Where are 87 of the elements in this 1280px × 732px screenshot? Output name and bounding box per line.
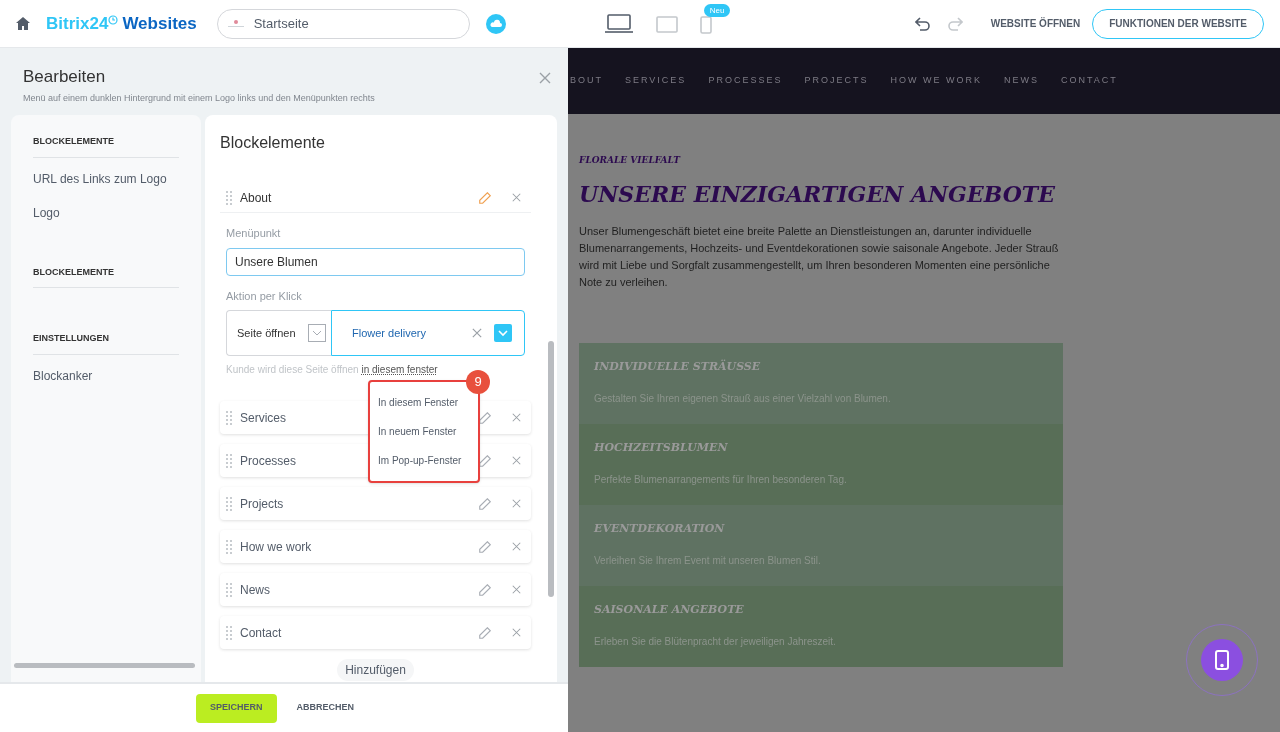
- hint-text: Kunde wird diese Seite öffnen in diesem fenster: [226, 363, 439, 377]
- site-nav-link[interactable]: PROJECTS: [804, 74, 869, 88]
- site-nav-link[interactable]: SERVICES: [625, 74, 687, 88]
- site-nav-link[interactable]: BOUT: [570, 74, 603, 88]
- menu-item-row[interactable]: Projects: [220, 487, 531, 520]
- close-icon[interactable]: [512, 628, 521, 637]
- action-type-select[interactable]: Seite öffnen: [226, 310, 331, 356]
- window-mode-link[interactable]: in diesem fenster: [361, 364, 438, 375]
- phone-icon[interactable]: [699, 15, 712, 34]
- drag-handle-icon[interactable]: [226, 453, 232, 468]
- close-icon[interactable]: [512, 193, 521, 202]
- menu-item-label[interactable]: About: [240, 188, 272, 207]
- offer-title: HOCHZEITSBLUMEN: [594, 439, 729, 456]
- menu-item-input[interactable]: Unsere Blumen: [226, 247, 525, 276]
- menu-item-label: Processes: [240, 452, 297, 470]
- menu-option[interactable]: In neuem Fenster: [370, 417, 478, 446]
- new-badge: Neu: [703, 3, 731, 17]
- horizontal-scrollbar[interactable]: [14, 663, 195, 668]
- sidebar-item[interactable]: Blockanker: [33, 366, 179, 385]
- site-nav-link[interactable]: HOW WE WORK: [890, 74, 982, 88]
- phone-icon: [1215, 650, 1229, 670]
- cloud-icon[interactable]: [485, 13, 506, 34]
- site-nav-link[interactable]: NEWS: [1003, 74, 1039, 88]
- elements-title: Blockelemente: [220, 133, 326, 153]
- drag-handle-icon[interactable]: [226, 410, 232, 425]
- section-eyebrow: FLORALE VIELFALT: [579, 154, 682, 167]
- drag-handle-icon[interactable]: [226, 190, 232, 205]
- step-badge: 9: [466, 370, 490, 394]
- close-icon[interactable]: [512, 585, 521, 594]
- clock-icon: [108, 14, 119, 25]
- offer-title: INDIVIDUELLE STRÄUSSE: [594, 358, 762, 375]
- drag-handle-icon[interactable]: [226, 539, 232, 554]
- action-target-select[interactable]: Flower delivery: [331, 310, 525, 356]
- field-label: Aktion per Klick: [226, 288, 303, 304]
- site-nav-link[interactable]: CONTACT: [1060, 74, 1118, 88]
- chevron-down-icon[interactable]: [494, 324, 512, 342]
- close-icon[interactable]: [539, 72, 551, 84]
- pencil-icon[interactable]: [478, 453, 492, 468]
- open-website-link[interactable]: WEBSITE ÖFFNEN: [990, 16, 1081, 31]
- menu-item-label: Services: [240, 409, 286, 427]
- pencil-icon[interactable]: [478, 496, 492, 511]
- offer-title: EVENTDEKORATION: [594, 520, 726, 537]
- menu-option[interactable]: Im Pop-up-Fenster: [370, 446, 478, 475]
- menu-item-row[interactable]: Contact: [220, 616, 531, 649]
- sidebar-item[interactable]: URL des Links zum Logo: [33, 169, 179, 188]
- panel-title: Bearbeiten: [23, 66, 107, 88]
- vertical-scrollbar[interactable]: [548, 341, 554, 597]
- pencil-icon[interactable]: [478, 625, 492, 640]
- section-paragraph: Unser Blumengeschäft bietet eine breite Palette an Dienstleistungen an, darunter individuelle Blumenarrangements, Hochzeits- und Eventdekorationen sowie saisonale Angebote. Jeder Strauß wird mit Liebe und Sorgfalt zusammengestellt, um Ihren besonderen Momenten eine persönliche Note zu verleihen.: [579, 223, 1060, 290]
- chevron-down-icon: [307, 324, 326, 342]
- cancel-button[interactable]: ABBRECHEN: [288, 701, 363, 715]
- pencil-icon[interactable]: [478, 582, 492, 597]
- pencil-icon[interactable]: [478, 539, 492, 554]
- menu-item-label: How we work: [240, 538, 312, 556]
- pencil-icon[interactable]: [478, 410, 492, 425]
- site-nav-link[interactable]: PROCESSES: [708, 74, 783, 88]
- pencil-icon[interactable]: [478, 190, 492, 205]
- drag-handle-icon[interactable]: [226, 582, 232, 597]
- menu-item-row[interactable]: How we work: [220, 530, 531, 563]
- menu-item-label: Contact: [240, 624, 282, 642]
- menu-item-label: Projects: [240, 495, 284, 513]
- home-icon[interactable]: [16, 17, 30, 30]
- close-icon[interactable]: [512, 542, 521, 551]
- laptop-icon[interactable]: [603, 13, 634, 34]
- menu-item-label: News: [240, 581, 270, 599]
- menu-item-row[interactable]: News: [220, 573, 531, 606]
- close-icon[interactable]: [512, 499, 521, 508]
- sidebar-item[interactable]: Logo: [33, 203, 179, 222]
- add-button[interactable]: Hinzufügen: [337, 659, 414, 681]
- sidebar-heading: BLOCKELEMENTE: [33, 265, 179, 288]
- section-heading: UNSERE EINZIGARTIGEN ANGEBOTE: [579, 179, 1056, 209]
- close-icon[interactable]: [512, 456, 521, 465]
- tablet-icon[interactable]: [655, 15, 678, 34]
- close-icon[interactable]: [472, 328, 482, 338]
- offer-title: SAISONALE ANGEBOTE: [594, 601, 745, 618]
- save-button[interactable]: SPEICHERN: [196, 693, 277, 723]
- page-thumbnail-icon: [225, 18, 246, 29]
- brand-logo: Bitrix24: [46, 12, 109, 35]
- undo-icon[interactable]: [914, 16, 931, 31]
- panel-subtitle: Menü auf einem dunklen Hintergrund mit einem Logo links und den Menüpunkten rechts: [23, 91, 376, 105]
- sidebar-heading: EINSTELLUNGEN: [33, 332, 179, 355]
- drag-handle-icon[interactable]: [226, 496, 232, 511]
- field-label: Menüpunkt: [226, 226, 282, 241]
- sidebar-heading: BLOCKELEMENTE: [33, 135, 179, 158]
- brand-name: Websites: [122, 12, 197, 35]
- close-icon[interactable]: [512, 413, 521, 422]
- drag-handle-icon[interactable]: [226, 625, 232, 640]
